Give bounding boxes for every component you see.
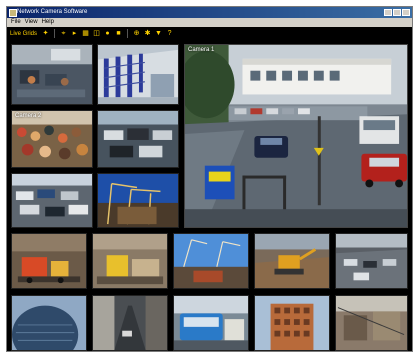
camera-tile[interactable] (173, 233, 249, 289)
camera-tile[interactable] (92, 295, 168, 351)
camera-feed-office (12, 45, 92, 104)
camera-feed-parking (98, 111, 178, 167)
layout-icon[interactable]: ◫ (92, 29, 101, 38)
grid-icon[interactable]: ▦ (81, 29, 90, 38)
camera-tile[interactable] (11, 44, 93, 105)
play-icon[interactable]: ▸ (70, 29, 79, 38)
camera-tile[interactable] (92, 233, 168, 289)
camera-tile[interactable]: Camera 2 (11, 110, 93, 168)
camera-tile[interactable] (97, 110, 179, 168)
toolbar-separator (54, 29, 56, 38)
camera-tile[interactable] (97, 173, 179, 228)
camera-feed-highway (336, 234, 407, 288)
record-icon[interactable]: ● (103, 29, 112, 38)
camera-feed-industrial-site (336, 296, 407, 350)
camera-tile[interactable] (254, 233, 330, 289)
toolbar: Live Grids ✦ ⌖ ▸ ▦ ◫ ● ■ ⊕ ✱ ▼ ? (7, 27, 412, 40)
camera-feed-traffic (12, 174, 92, 227)
menu-view[interactable]: View (25, 18, 38, 27)
camera-feed-street (185, 45, 407, 227)
window-title: Network Camera Software (17, 9, 88, 15)
zoom-icon[interactable]: ⊕ (132, 29, 141, 38)
camera-tile[interactable] (335, 233, 408, 289)
camera-icon[interactable]: ⌖ (59, 29, 68, 38)
menu-bar: File View Help (7, 18, 412, 27)
camera-label: Camera 2 (15, 113, 42, 119)
menu-help[interactable]: Help (42, 18, 54, 27)
camera-feed-crowd (12, 111, 92, 167)
camera-tile[interactable] (254, 295, 330, 351)
camera-feed-excavator (255, 234, 329, 288)
app-icon (9, 9, 17, 17)
camera-feed-loading-dock (93, 234, 167, 288)
camera-tile[interactable] (97, 44, 179, 105)
camera-feed-city-street (93, 296, 167, 350)
camera-feed-forklift (12, 234, 86, 288)
camera-tile[interactable] (11, 295, 87, 351)
minimize-button[interactable] (384, 9, 392, 16)
toolbar-label: Live Grids (10, 30, 38, 37)
title-bar[interactable]: Network Camera Software (7, 7, 412, 18)
alert-icon[interactable]: ▼ (154, 29, 163, 38)
camera-label: Camera 1 (188, 47, 215, 53)
camera-feed-crane (98, 174, 178, 227)
stop-icon[interactable]: ■ (114, 29, 123, 38)
camera-tile[interactable] (11, 233, 87, 289)
pin-icon[interactable]: ✦ (41, 29, 50, 38)
settings-icon[interactable]: ✱ (143, 29, 152, 38)
camera-feed-dome-building (12, 296, 86, 350)
close-button[interactable] (402, 9, 410, 16)
featured-camera-view[interactable]: Camera 1 (184, 44, 408, 228)
menu-file[interactable]: File (11, 18, 21, 27)
camera-tile[interactable] (11, 173, 93, 228)
maximize-button[interactable] (393, 9, 401, 16)
camera-grid: Camera 2 Camera 1 (7, 40, 412, 351)
camera-feed-bus-stop (174, 296, 248, 350)
app-window: Network Camera Software File View Help L… (6, 6, 413, 352)
camera-tile[interactable] (335, 295, 408, 351)
camera-feed-harbor (174, 234, 248, 288)
camera-feed-office-tower (255, 296, 329, 350)
help-icon[interactable]: ? (165, 29, 174, 38)
camera-feed-warehouse (98, 45, 178, 104)
toolbar-separator (127, 29, 129, 38)
camera-tile[interactable] (173, 295, 249, 351)
